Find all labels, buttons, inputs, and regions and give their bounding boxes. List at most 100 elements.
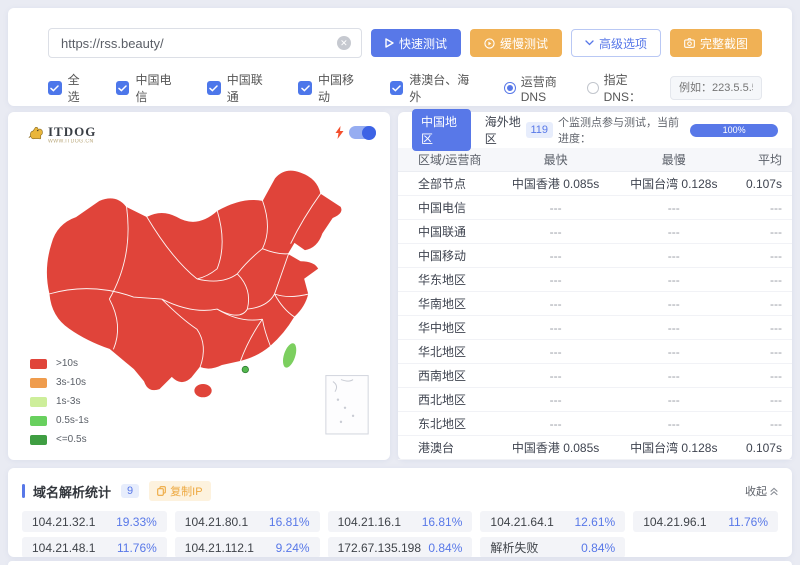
ip-result-cell[interactable]: 104.21.112.1 9.24% [175,537,320,557]
collapse-label: 收起 [745,483,767,499]
checkbox-label: 全选 [68,71,91,105]
cell-average: --- [729,417,792,431]
table-row[interactable]: 华北地区 --- --- --- [398,340,792,364]
cell-average: --- [729,369,792,383]
url-input[interactable] [61,36,337,51]
cell-region: 西南地区 [398,367,493,384]
clear-icon[interactable]: ✕ [337,36,351,50]
cell-region: 港澳台 [398,439,493,456]
map-mode-toggle[interactable] [349,126,376,139]
radio-custom-dns-label: 指定DNS： [604,71,662,105]
cell-fastest: --- [493,297,619,311]
dns-stats-header: 域名解析统计 9 复制IP 收起 [22,481,778,501]
legend-item: 1s-3s [30,396,89,407]
results-header: 中国地区 海外地区 119 个监测点参与测试，当前进度： 100% [398,112,792,148]
ip-percent: 9.24% [276,541,310,555]
table-row[interactable]: 西南地区 --- --- --- [398,364,792,388]
ip-result-grid: 104.21.32.1 19.33% 104.21.80.1 16.81% 10… [22,511,778,557]
checkbox-label: 港澳台、海外 [409,71,479,105]
cell-region: 华中地区 [398,319,493,336]
isp-checkbox[interactable]: 中国电信 [116,71,182,105]
ip-result-cell[interactable]: 解析失败 0.84% [480,537,625,557]
advanced-options-label: 高级选项 [599,35,647,52]
results-table: 区域/运营商 最快 最慢 平均 全部节点 中国香港 0.085s 中国台湾 0.… [398,148,792,460]
copy-ip-button[interactable]: 复制IP [149,481,210,501]
table-row[interactable]: 西北地区 --- --- --- [398,388,792,412]
slow-test-label: 缓慢测试 [500,35,548,52]
cell-slowest: 中国台湾 0.128s [619,439,729,456]
cell-slowest: --- [619,393,729,407]
checkbox-label: 中国联通 [227,71,274,105]
cell-average: --- [729,201,792,215]
isp-checkbox[interactable]: 港澳台、海外 [390,71,480,105]
ip-result-cell[interactable]: 104.21.48.1 11.76% [22,537,167,557]
ip-address: 104.21.16.1 [338,515,401,529]
table-row[interactable]: 东北地区 --- --- --- [398,412,792,436]
checkbox-label: 中国移动 [318,71,365,105]
radio-carrier-dns[interactable]: 运营商DNS [504,73,579,104]
full-screenshot-button[interactable]: 完整截图 [670,29,762,57]
ip-result-cell[interactable]: 104.21.64.1 12.61% [480,511,625,532]
collapse-button[interactable]: 收起 [745,483,778,499]
progress-bar: 100% [690,124,778,137]
table-row[interactable]: 中国电信 --- --- --- [398,196,792,220]
cell-slowest: --- [619,297,729,311]
mainland-china-shape [46,170,342,398]
chevron-down-icon [585,40,594,46]
cell-average: --- [729,321,792,335]
slow-test-button[interactable]: 缓慢测试 [470,29,562,57]
ip-address: 解析失败 [490,539,538,556]
legend-item: 3s-10s [30,377,89,388]
quick-test-button[interactable]: 快速测试 [371,29,461,57]
cell-average: --- [729,393,792,407]
col-region-header: 区域/运营商 [398,151,493,168]
tab-overseas-region[interactable]: 海外地区 [485,113,526,147]
cell-average: --- [729,345,792,359]
col-slowest-header: 最慢 [619,151,729,168]
table-row[interactable]: 华南地区 --- --- --- [398,292,792,316]
advanced-options-button[interactable]: 高级选项 [571,29,661,57]
ip-address: 104.21.48.1 [32,541,95,555]
dog-icon [28,125,45,142]
custom-dns-input[interactable] [670,76,762,100]
isp-checkbox[interactable]: 全选 [48,71,91,105]
ip-address: 172.67.135.198 [338,541,421,555]
isp-checkbox[interactable]: 中国联通 [207,71,273,105]
ip-result-cell[interactable]: 104.21.80.1 16.81% [175,511,320,532]
cell-average: --- [729,297,792,311]
table-row[interactable]: 港澳台 中国香港 0.085s 中国台湾 0.128s 0.107s [398,436,792,460]
copy-ip-label: 复制IP [170,483,202,499]
ip-address: 104.21.64.1 [490,515,553,529]
cell-slowest: --- [619,321,729,335]
table-row[interactable]: 华中地区 --- --- --- [398,316,792,340]
ip-address: 104.21.112.1 [185,541,254,555]
cell-average: 0.107s [729,177,792,191]
table-row[interactable]: 全部节点 中国香港 0.085s 中国台湾 0.128s 0.107s [398,172,792,196]
radio-custom-dns[interactable]: 指定DNS： [587,71,662,105]
ip-result-cell[interactable]: 172.67.135.198 0.84% [328,537,473,557]
ip-result-cell[interactable]: 104.21.16.1 16.81% [328,511,473,532]
cell-fastest: --- [493,321,619,335]
node-count-badge: 119 [526,122,554,138]
table-row[interactable]: 中国联通 --- --- --- [398,220,792,244]
ip-address: 104.21.80.1 [185,515,248,529]
ip-result-cell[interactable]: 104.21.96.1 11.76% [633,511,778,532]
tab-china-region[interactable]: 中国地区 [412,109,471,151]
full-screenshot-label: 完整截图 [700,35,748,52]
cell-region: 华南地区 [398,295,493,312]
checkbox-label: 中国电信 [135,71,182,105]
cell-average: 0.107s [729,441,792,455]
china-map-card: ITDOG WWW.ITDOG.CN [8,112,390,460]
isp-checkbox[interactable]: 中国移动 [298,71,364,105]
cell-slowest: --- [619,201,729,215]
results-card: 中国地区 海外地区 119 个监测点参与测试，当前进度： 100% 区域/运营商… [398,112,792,460]
table-row[interactable]: 中国移动 --- --- --- [398,244,792,268]
cell-region: 东北地区 [398,415,493,432]
table-row[interactable]: 华东地区 --- --- --- [398,268,792,292]
south-sea-inset [326,376,368,434]
legend-swatch [30,378,47,388]
ip-result-cell[interactable]: 104.21.32.1 19.33% [22,511,167,532]
ip-percent: 12.61% [574,515,615,529]
cell-region: 中国移动 [398,247,493,264]
cell-slowest: --- [619,345,729,359]
